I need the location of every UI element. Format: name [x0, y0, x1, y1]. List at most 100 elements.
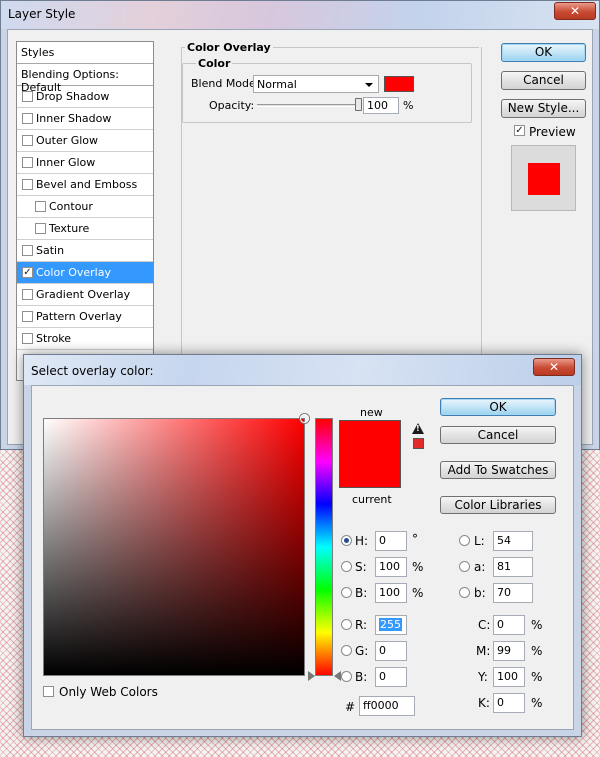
styles-header[interactable]: Styles — [17, 42, 153, 64]
style-item-bevel-and-emboss[interactable]: Bevel and Emboss — [17, 174, 153, 196]
style-item-checkbox[interactable] — [22, 157, 33, 168]
b-input[interactable]: 100 — [375, 583, 407, 603]
opacity-unit: % — [403, 99, 414, 112]
h-unit: ° — [412, 532, 418, 546]
new-color-swatch — [339, 420, 401, 454]
style-item-contour[interactable]: Contour — [17, 196, 153, 218]
style-item-checkbox[interactable] — [22, 245, 33, 256]
style-item-label: Contour — [49, 200, 93, 213]
hue-slider[interactable] — [315, 418, 333, 676]
only-web-colors-label: Only Web Colors — [59, 685, 158, 699]
ok-button[interactable]: OK — [501, 43, 586, 62]
blue-label: B: — [355, 670, 368, 684]
style-item-checkbox[interactable] — [35, 223, 46, 234]
blue-input[interactable]: 0 — [375, 667, 407, 687]
s-input[interactable]: 100 — [375, 557, 407, 577]
radio-l[interactable] — [459, 535, 470, 546]
layer-style-titlebar[interactable]: Layer Style ✕ — [1, 1, 599, 29]
picker-cancel-button[interactable]: Cancel — [440, 426, 556, 444]
gamut-warning-swatch[interactable] — [413, 438, 424, 449]
l-input[interactable]: 54 — [493, 531, 533, 551]
warning-icon[interactable] — [412, 423, 424, 434]
opacity-slider-track[interactable] — [257, 104, 359, 107]
blending-options-item[interactable]: Blending Options: Default — [17, 64, 153, 94]
color-picker-titlebar[interactable]: Select overlay color: ✕ — [24, 355, 581, 385]
radio-b[interactable] — [341, 587, 352, 598]
r-input[interactable]: 255 — [375, 615, 407, 635]
style-item-checkbox[interactable] — [22, 333, 33, 344]
a-label: a: — [474, 560, 486, 574]
color-overlay-group-label: Color Overlay — [185, 41, 273, 54]
style-item-checkbox[interactable] — [35, 201, 46, 212]
new-style-button[interactable]: New Style... — [501, 99, 586, 118]
style-item-stroke[interactable]: Stroke — [17, 328, 153, 350]
a-input[interactable]: 81 — [493, 557, 533, 577]
opacity-input[interactable]: 100 — [363, 97, 399, 114]
style-item-checkbox[interactable] — [22, 289, 33, 300]
color-libraries-button[interactable]: Color Libraries — [440, 496, 556, 514]
k-unit: % — [531, 696, 543, 710]
layer-style-close-icon[interactable]: ✕ — [554, 2, 596, 20]
hue-marker-right[interactable] — [334, 671, 341, 681]
hex-input[interactable]: ff0000 — [359, 696, 415, 716]
style-item-texture[interactable]: Texture — [17, 218, 153, 240]
saturation-brightness-field[interactable] — [43, 414, 309, 676]
color-overlay-group-right-border — [481, 47, 482, 357]
cancel-button[interactable]: Cancel — [501, 71, 586, 90]
chevron-down-icon — [365, 83, 373, 87]
style-item-inner-glow[interactable]: Inner Glow — [17, 152, 153, 174]
y-input[interactable]: 100 — [493, 667, 525, 687]
picker-ok-button[interactable]: OK — [440, 398, 556, 416]
style-item-checkbox[interactable] — [22, 135, 33, 146]
radio-lab-b[interactable] — [459, 587, 470, 598]
preview-label: Preview — [529, 125, 576, 139]
m-input[interactable]: 99 — [493, 641, 525, 661]
radio-g[interactable] — [341, 645, 352, 656]
style-item-label: Stroke — [36, 332, 72, 345]
blend-mode-label: Blend Mode: — [191, 77, 260, 90]
color-field-marker[interactable] — [300, 414, 309, 423]
only-web-colors-checkbox[interactable] — [43, 686, 54, 697]
m-unit: % — [531, 644, 543, 658]
add-to-swatches-button[interactable]: Add To Swatches — [440, 461, 556, 479]
style-item-drop-shadow[interactable]: Drop Shadow — [17, 86, 153, 108]
h-label: H: — [355, 534, 369, 548]
style-item-outer-glow[interactable]: Outer Glow — [17, 130, 153, 152]
radio-blue[interactable] — [341, 671, 352, 682]
style-item-inner-shadow[interactable]: Inner Shadow — [17, 108, 153, 130]
style-item-label: Satin — [36, 244, 65, 257]
current-color-swatch[interactable] — [339, 454, 401, 488]
radio-s[interactable] — [341, 561, 352, 572]
style-item-checkbox[interactable] — [22, 91, 33, 102]
color-picker-close-icon[interactable]: ✕ — [533, 358, 575, 376]
current-color-label: current — [352, 493, 392, 506]
k-label: K: — [478, 696, 490, 710]
style-item-color-overlay[interactable]: ✓ Color Overlay — [17, 262, 153, 284]
style-item-pattern-overlay[interactable]: Pattern Overlay — [17, 306, 153, 328]
g-input[interactable]: 0 — [375, 641, 407, 661]
b-label: B: — [355, 586, 368, 600]
k-input[interactable]: 0 — [493, 693, 525, 713]
style-item-checkbox[interactable] — [22, 113, 33, 124]
style-item-label: Inner Shadow — [36, 112, 112, 125]
radio-r[interactable] — [341, 619, 352, 630]
style-item-gradient-overlay[interactable]: Gradient Overlay — [17, 284, 153, 306]
hue-marker-left[interactable] — [308, 671, 315, 681]
r-value: 255 — [379, 618, 402, 631]
opacity-slider-thumb[interactable] — [355, 98, 362, 111]
style-item-checkbox[interactable] — [22, 311, 33, 322]
preview-checkbox[interactable]: ✓ — [514, 125, 525, 136]
radio-h[interactable] — [341, 535, 352, 546]
style-item-checkbox[interactable] — [22, 179, 33, 190]
h-input[interactable]: 0 — [375, 531, 407, 551]
opacity-label: Opacity: — [209, 99, 255, 112]
preview-swatch — [528, 163, 560, 195]
c-input[interactable]: 0 — [493, 615, 525, 635]
style-item-checkbox[interactable]: ✓ — [22, 267, 33, 278]
overlay-color-swatch[interactable] — [384, 76, 414, 92]
radio-a[interactable] — [459, 561, 470, 572]
style-item-satin[interactable]: Satin — [17, 240, 153, 262]
lab-b-input[interactable]: 70 — [493, 583, 533, 603]
m-label: M: — [476, 644, 491, 658]
blend-mode-select[interactable]: Normal — [253, 75, 379, 93]
